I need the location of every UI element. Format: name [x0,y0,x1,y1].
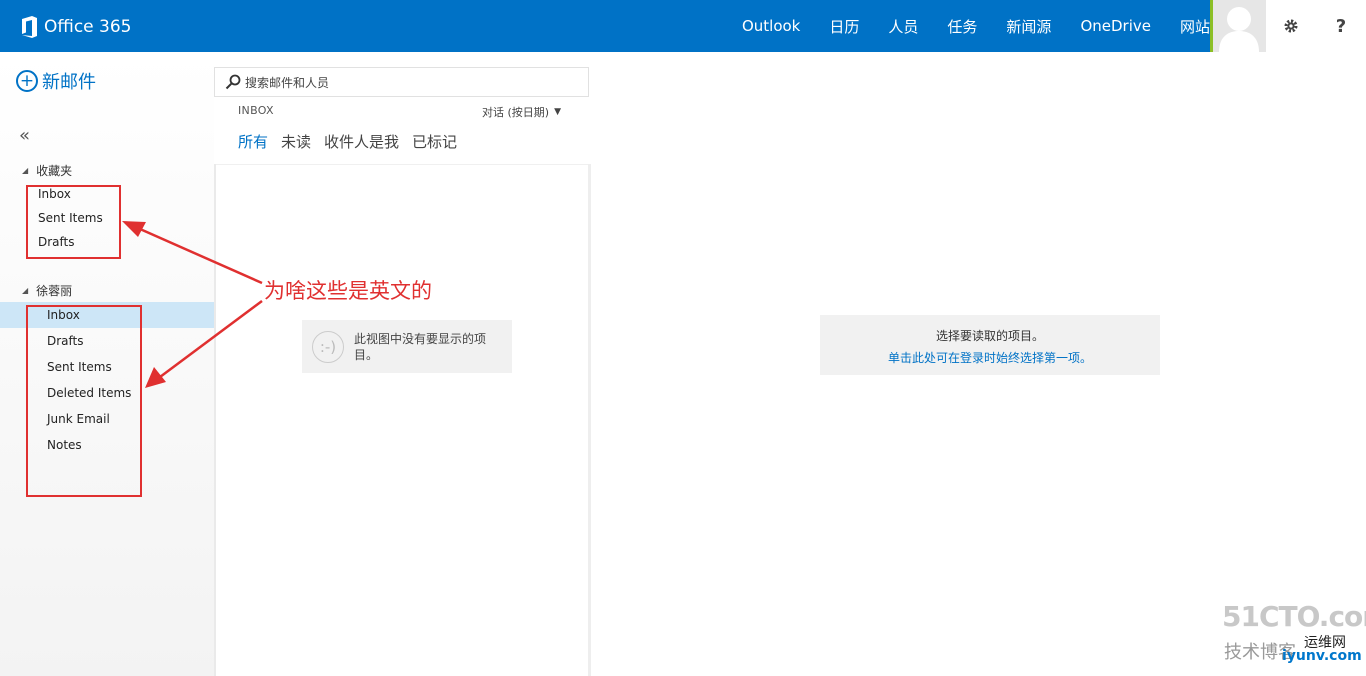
annotation-text: 为啥这些是英文的 [264,279,432,303]
annotation-arrow-top [139,227,263,285]
annotation-arrows [122,221,263,388]
watermark-line1: 51CTO.com [1222,600,1366,633]
watermark-line4: iyunv.com [1282,648,1362,664]
watermark: 51CTO.com 技术博客 运维网 iyunv.com [1222,600,1366,670]
annotation-arrow-bottom [159,299,263,379]
arrowhead-icon [145,367,166,388]
